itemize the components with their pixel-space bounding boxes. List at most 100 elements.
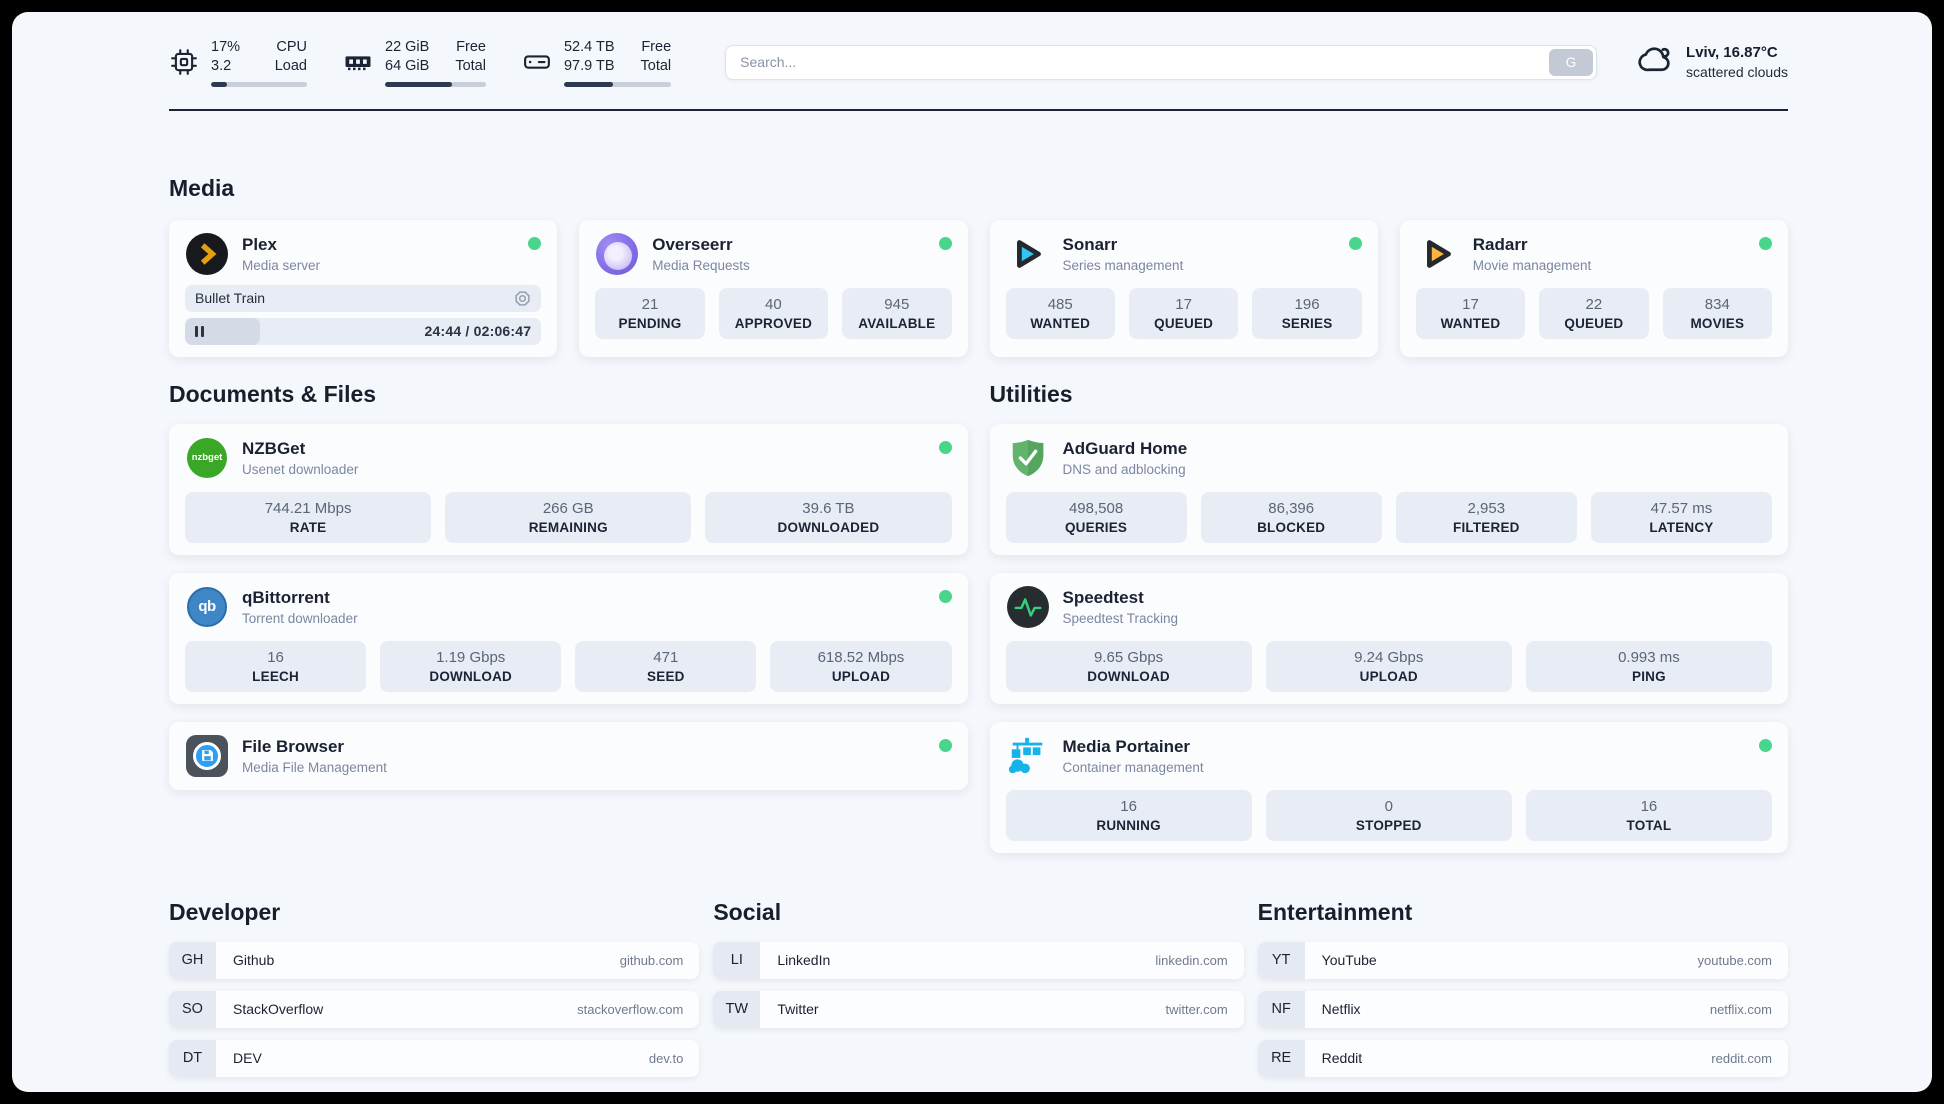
pause-icon[interactable] xyxy=(195,325,204,337)
stat-value: 17 xyxy=(1175,295,1192,313)
link-row-dev[interactable]: DT DEV dev.to xyxy=(169,1039,700,1077)
cpu-stats: 17% 3.2 CPU Load xyxy=(211,38,307,87)
plex-now-playing: Bullet Train 24:44 / 02:06:47 xyxy=(185,284,542,345)
card-head: Speedtest Speedtest Tracking xyxy=(1006,585,1773,629)
app-card-sonarr[interactable]: Sonarr Series management 485 WANTED 17 QUE… xyxy=(989,219,1378,357)
link-row-twitter[interactable]: TW Twitter twitter.com xyxy=(713,990,1244,1028)
link-url: twitter.com xyxy=(1165,1001,1228,1017)
stat-value: 17 xyxy=(1462,295,1479,313)
card-head: Media Portainer Container management xyxy=(1006,734,1772,778)
disk-progress-fill xyxy=(563,81,614,87)
cpu-icon xyxy=(169,47,199,77)
app-card-speedtest[interactable]: Speedtest Speedtest Tracking 9.65 Gbps DO… xyxy=(989,572,1788,704)
stat-box: 21 PENDING xyxy=(595,287,705,339)
app-card-nzbget[interactable]: nzbget NZBGet Usenet downloader 744.21 M… xyxy=(169,423,968,555)
stat-box: 945 AVAILABLE xyxy=(842,287,952,339)
link-row-github[interactable]: GH Github github.com xyxy=(169,941,700,979)
search-input[interactable] xyxy=(725,44,1598,80)
card-titles: qBittorrent Torrent downloader xyxy=(242,588,358,626)
stat-value: 945 xyxy=(884,295,910,313)
app-card-qbittorrent[interactable]: qb qBittorrent Torrent downloader 16 LEEC… xyxy=(169,572,968,704)
link-row-reddit[interactable]: RE Reddit reddit.com xyxy=(1257,1039,1788,1077)
link-row-stackoverflow[interactable]: SO StackOverflow stackoverflow.com xyxy=(169,990,700,1028)
stat-value: 9.65 Gbps xyxy=(1093,648,1164,666)
stat-box: 1.19 Gbps DOWNLOAD xyxy=(380,640,562,692)
link-name: Github xyxy=(233,952,275,969)
link-row-netflix[interactable]: NF Netflix netflix.com xyxy=(1257,990,1788,1028)
stat-label: REMAINING xyxy=(528,519,608,535)
card-titles: NZBGet Usenet downloader xyxy=(242,439,358,477)
stat-box: 86,396 BLOCKED xyxy=(1200,491,1382,543)
stat-box: 22 QUEUED xyxy=(1539,287,1649,339)
link-row-linkedin[interactable]: LI LinkedIn linkedin.com xyxy=(713,941,1244,979)
cpu-load-label: Load xyxy=(274,57,307,74)
cpu-load-value: 3.2 xyxy=(211,57,232,74)
stat-label: LATENCY xyxy=(1649,519,1714,535)
status-online-dot xyxy=(938,738,952,752)
links-grid: Developer GH Github github.com SO StackO… xyxy=(169,899,1788,1092)
card-titles: Media Portainer Container management xyxy=(1063,737,1204,775)
ram-progress-fill xyxy=(385,81,452,87)
stat-value: 21 xyxy=(641,295,659,313)
stat-label: DOWNLOAD xyxy=(1087,668,1170,684)
stat-box: 2,953 FILTERED xyxy=(1395,491,1577,543)
link-name: Netflix xyxy=(1321,1001,1361,1018)
app-card-filebrowser[interactable]: File Browser Media File Management xyxy=(169,721,968,790)
weather-widget: Lviv, 16.87°C scattered clouds xyxy=(1637,42,1788,83)
app-card-adguard[interactable]: AdGuard Home DNS and adblocking 498,508 Q… xyxy=(989,423,1788,555)
speedtest-icon xyxy=(1006,585,1050,629)
app-card-radarr[interactable]: Radarr Movie management 17 WANTED 22 QUEUE… xyxy=(1399,219,1788,357)
status-online-dot xyxy=(1759,738,1772,752)
app-subtitle: Media server xyxy=(242,257,321,273)
card-head: qb qBittorrent Torrent downloader xyxy=(185,585,952,629)
link-abbr: GH xyxy=(169,941,216,979)
stat-label: AVAILABLE xyxy=(858,315,936,331)
app-name: Radarr xyxy=(1472,234,1528,254)
stats-row: 21 PENDING 40 APPROVED 945 AVAILABLE xyxy=(595,287,952,339)
stats-row: 498,508 QUERIES 86,396 BLOCKED 2,953 FILTER… xyxy=(1005,491,1772,543)
system-stats: 17% 3.2 CPU Load 22 GiB 64 GiB Free Tota… xyxy=(169,38,672,87)
stat-box: 618.52 Mbps UPLOAD xyxy=(770,640,952,692)
cpu-labels: CPU Load xyxy=(275,38,307,76)
link-url: stackoverflow.com xyxy=(577,1001,684,1017)
disk-free-value: 52.4 TB xyxy=(563,39,615,55)
stat-box: 0 STOPPED xyxy=(1265,789,1512,841)
sonarr-icon xyxy=(1006,232,1050,276)
now-playing-row: Bullet Train xyxy=(185,284,542,312)
stat-box: 471 SEED xyxy=(575,640,757,692)
app-name: Media Portainer xyxy=(1062,736,1191,756)
dashboard-page: 17% 3.2 CPU Load 22 GiB 64 GiB Free Tota… xyxy=(12,12,1932,1092)
stats-row: 16 RUNNING 0 STOPPED 16 TOTAL xyxy=(1005,789,1773,841)
session-camera-icon[interactable] xyxy=(514,290,531,307)
card-head: Plex Media server xyxy=(185,232,542,276)
stat-label: DOWNLOADED xyxy=(777,519,880,535)
stat-value: 47.57 ms xyxy=(1650,499,1713,517)
app-card-plex[interactable]: Plex Media server Bullet Train 24:44 / 0… xyxy=(169,219,558,357)
ram-icon xyxy=(343,47,373,77)
ram-free-value: 22 GiB xyxy=(385,39,430,55)
stat-label: SERIES xyxy=(1281,315,1333,331)
cpu-widget: 17% 3.2 CPU Load xyxy=(169,38,307,87)
stat-value: 0.993 ms xyxy=(1618,648,1680,666)
search-engine-button[interactable]: G xyxy=(1549,48,1594,76)
documents-column: Documents & Files nzbget NZBGet Usenet d… xyxy=(169,381,968,790)
link-abbr: SO xyxy=(169,990,216,1028)
media-grid: Plex Media server Bullet Train 24:44 / 0… xyxy=(169,219,1788,357)
stats-row: 485 WANTED 17 QUEUED 196 SERIES xyxy=(1005,287,1362,339)
app-name: NZBGet xyxy=(242,438,306,458)
app-card-overseerr[interactable]: Overseerr Media Requests 21 PENDING 40 APP… xyxy=(579,219,968,357)
app-card-portainer[interactable]: Media Portainer Container management 16 R… xyxy=(989,721,1788,853)
stat-value: 196 xyxy=(1294,295,1320,313)
stats-row: 16 LEECH 1.19 Gbps DOWNLOAD 471 SEED 618.52… xyxy=(185,640,952,692)
stat-box: 485 WANTED xyxy=(1005,287,1115,339)
link-rows: GH Github github.com SO StackOverflow st… xyxy=(169,941,700,1077)
card-titles: Plex Media server xyxy=(242,235,320,273)
link-row-youtube[interactable]: YT YouTube youtube.com xyxy=(1257,941,1788,979)
stat-label: DOWNLOAD xyxy=(429,668,512,684)
ram-total-label: Total xyxy=(455,57,486,74)
stat-label: FILTERED xyxy=(1453,519,1520,535)
stat-value: 16 xyxy=(267,648,284,666)
app-subtitle: DNS and adblocking xyxy=(1062,461,1186,477)
status-online-dot xyxy=(938,589,952,603)
cpu-usage-value: 17% xyxy=(211,39,241,55)
